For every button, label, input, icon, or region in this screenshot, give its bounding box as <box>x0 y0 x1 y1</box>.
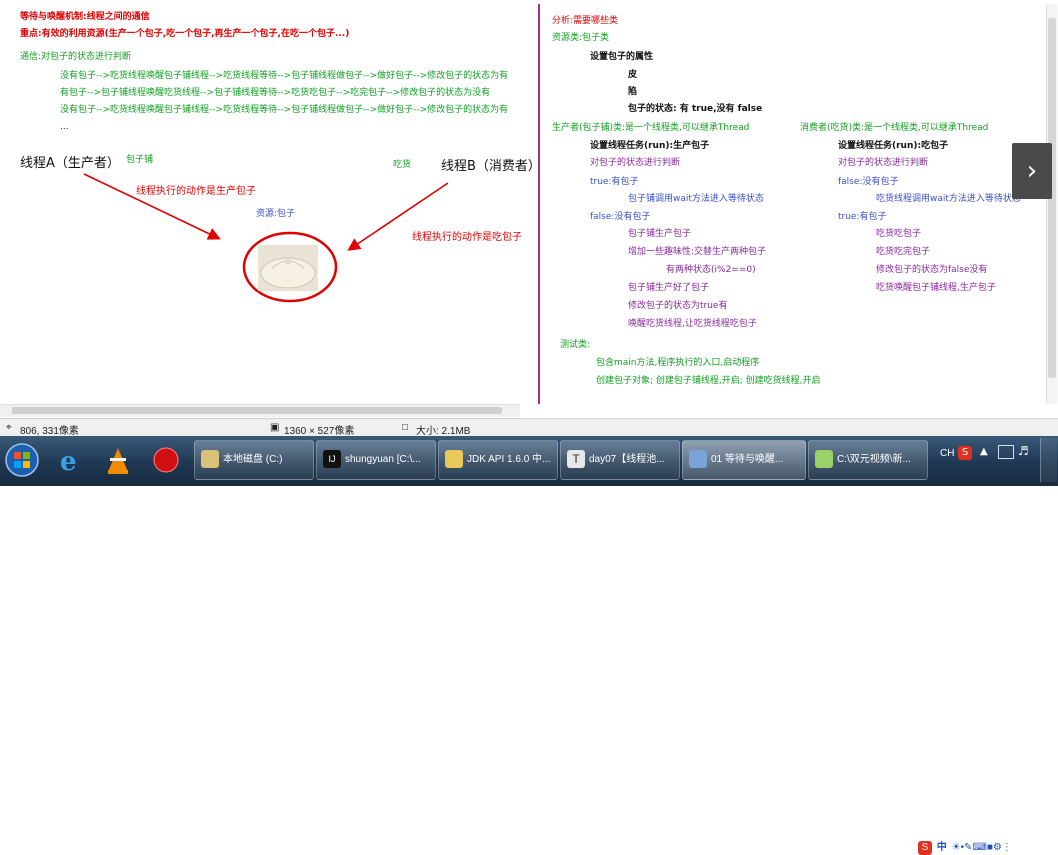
state-text: 包子的状态: 有 true,没有 false <box>628 104 763 114</box>
language-indicator[interactable]: CH <box>940 448 954 459</box>
task-explorer-label: 本地磁盘 (C:) <box>223 454 283 465</box>
skin-text: 皮 <box>628 70 638 80</box>
ime-tools-icon[interactable]: ☀•✎⌨■⚙⋮ <box>952 842 1012 853</box>
task-explorer[interactable]: 本地磁盘 (C:) <box>194 440 314 480</box>
c-task-text: 设置线程任务(run):吃包子 <box>838 141 949 151</box>
c-done-text: 吃货吃完包子 <box>876 247 931 257</box>
c-true-text: true:有包子 <box>838 212 887 222</box>
network-icon[interactable] <box>998 445 1014 459</box>
task-idea[interactable]: IJ shungyuan [C:\... <box>316 440 436 480</box>
p-false-text: false:没有包子 <box>590 212 651 222</box>
task-image-viewer-label: 01 等待与唤醒... <box>711 454 784 465</box>
tray-expand-icon[interactable]: ▲ <box>980 446 988 457</box>
cursor-coords: 806, 331像素 <box>20 426 79 437</box>
image-canvas: 等待与唤醒机制:线程之间的通信 重点:有效的利用资源(生产一个包子,吃一个包子,… <box>0 0 1058 404</box>
horizontal-scroll-thumb[interactable] <box>12 407 502 414</box>
bun-image <box>258 245 318 291</box>
p-task-text: 设置线程任务(run):生产包子 <box>590 141 710 151</box>
vertical-scrollbar[interactable] <box>1046 4 1057 404</box>
p-wake-text: 唤醒吃货线程,让吃货线程吃包子 <box>628 319 757 329</box>
p-mod-text: 有两种状态(i%2==0) <box>666 265 756 275</box>
c-wake-text: 吃货唤醒包子铺线程,生产包子 <box>876 283 996 293</box>
sogou-icon[interactable]: S <box>918 841 932 855</box>
vlc-icon[interactable] <box>100 442 136 478</box>
show-desktop-button[interactable] <box>1040 438 1057 482</box>
next-image-button[interactable]: › <box>1012 143 1052 199</box>
test-create-text: 创建包子对象; 创建包子铺线程,开启; 创建吃货线程,开启 <box>596 376 821 386</box>
p-judge-text: 对包子的状态进行判断 <box>590 158 681 168</box>
c-eat-text: 吃货吃包子 <box>876 229 922 239</box>
ime-toolbar[interactable]: S 中 ☀•✎⌨■⚙⋮ <box>918 838 1012 855</box>
consumer-class-text: 消费者(吃货)类:是一个线程类,可以继承Thread <box>800 123 989 133</box>
file-size: 大小: 2.1MB <box>416 426 471 437</box>
notepad-icon <box>815 450 833 469</box>
c-judge-text: 对包子的状态进行判断 <box>838 158 929 168</box>
sogou-tray-icon[interactable]: S <box>958 446 972 460</box>
image-viewer-icon <box>689 450 707 469</box>
start-button[interactable] <box>4 442 40 478</box>
test-main-text: 包含main方法,程序执行的入口,启动程序 <box>596 358 760 368</box>
taskbar: e 本地磁盘 (C:) IJ shungyuan [C:\... JDK API … <box>0 436 1058 486</box>
c-false-text: false:没有包子 <box>838 177 899 187</box>
p-true-text: true:有包子 <box>590 177 639 187</box>
dims-icon: ▣ <box>270 422 280 433</box>
resource-class-text: 资源类:包子类 <box>552 33 610 43</box>
typora-icon: T <box>567 450 585 469</box>
idea-icon: IJ <box>323 450 341 469</box>
task-day07[interactable]: Tday07【线程池... <box>560 440 680 480</box>
filling-text: 陷 <box>628 87 638 97</box>
p-set-text: 修改包子的状态为true有 <box>628 301 728 311</box>
analysis-text: 分析:需要哪些类 <box>552 16 619 26</box>
size-icon: □ <box>402 422 409 433</box>
svg-text:e: e <box>60 447 77 477</box>
p-make-text: 包子铺生产包子 <box>628 229 692 239</box>
task-image-viewer[interactable]: 01 等待与唤醒... <box>682 440 806 480</box>
arrow-producer <box>83 173 221 240</box>
horizontal-scrollbar[interactable] <box>0 404 520 417</box>
arrow-consumer <box>347 182 449 251</box>
test-class-text: 测试类: <box>560 340 591 350</box>
status-bar: ⌖ 806, 331像素 ▣ 1360 × 527像素 □ 大小: 2.1MB … <box>0 418 1058 855</box>
column-divider <box>538 4 540 404</box>
task-idea-label: shungyuan [C:\... <box>345 454 421 465</box>
p-fun-text: 增加一些趣味性:交替生产两种包子 <box>628 247 767 257</box>
task-jdk-label: JDK API 1.6.0 中... <box>467 454 551 465</box>
help-file-icon <box>445 450 463 469</box>
record-icon[interactable] <box>148 442 184 478</box>
cursor-icon: ⌖ <box>6 422 12 433</box>
task-day07-label: day07【线程池... <box>589 454 665 465</box>
set-attr-text: 设置包子的属性 <box>590 52 654 62</box>
task-notepad-label: C:\双元视频\新... <box>837 454 911 465</box>
ime-mode[interactable]: 中 <box>937 842 947 853</box>
c-set-text: 修改包子的状态为false没有 <box>876 265 988 275</box>
task-jdk[interactable]: JDK API 1.6.0 中... <box>438 440 558 480</box>
producer-class-text: 生产者(包子铺)类:是一个线程类,可以继承Thread <box>552 123 750 133</box>
c-wait-text: 吃货线程调用wait方法进入等待状态 <box>876 194 1021 204</box>
image-dims: 1360 × 527像素 <box>284 426 355 437</box>
p-done-text: 包子铺生产好了包子 <box>628 283 710 293</box>
folder-icon <box>201 450 219 469</box>
ie-icon[interactable]: e <box>52 442 88 478</box>
volume-icon[interactable]: ♬ <box>1018 444 1029 458</box>
task-notepad[interactable]: C:\双元视频\新... <box>808 440 928 480</box>
p-wait-text: 包子铺调用wait方法进入等待状态 <box>628 194 764 204</box>
arrows-diagram <box>83 173 449 303</box>
